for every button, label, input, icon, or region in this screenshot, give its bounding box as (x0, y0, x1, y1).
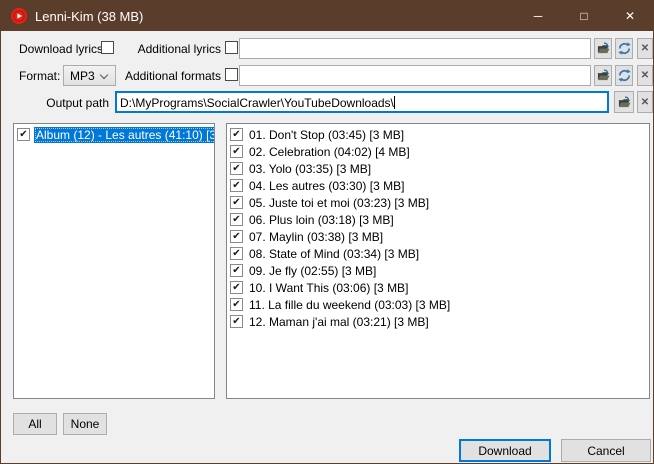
browse-folder-icon (597, 69, 610, 82)
track-label: 11. La fille du weekend (03:03) [3 MB] (249, 298, 450, 312)
titlebar: Lenni-Kim (38 MB) ─ □ ✕ (1, 1, 653, 31)
track-checkbox[interactable] (230, 128, 243, 141)
cancel-button[interactable]: Cancel (561, 439, 651, 462)
track-list-item[interactable]: 09. Je fly (02:55) [3 MB] (227, 262, 649, 279)
track-list-item[interactable]: 05. Juste toi et moi (03:23) [3 MB] (227, 194, 649, 211)
track-label: 12. Maman j'ai mal (03:21) [3 MB] (249, 315, 429, 329)
additional-formats-checkbox[interactable] (225, 68, 238, 81)
additional-lyrics-checkbox[interactable] (225, 41, 238, 54)
track-checkbox[interactable] (230, 230, 243, 243)
album-list-item[interactable]: Album (12) - Les autres (41:10) [38 MB] (14, 126, 214, 143)
clear-button-lyrics[interactable]: ✕ (637, 38, 653, 59)
track-label: 10. I Want This (03:06) [3 MB] (249, 281, 408, 295)
clear-icon: ✕ (641, 97, 649, 108)
browse-folder-button-formats[interactable] (594, 65, 612, 86)
additional-formats-label: Additional formats (91, 69, 221, 83)
track-label: 03. Yolo (03:35) [3 MB] (249, 162, 371, 176)
download-button[interactable]: Download (459, 439, 551, 462)
track-list-item[interactable]: 02. Celebration (04:02) [4 MB] (227, 143, 649, 160)
app-window: Lenni-Kim (38 MB) ─ □ ✕ Download lyrics … (0, 0, 654, 464)
clear-icon: ✕ (641, 70, 649, 81)
track-checkbox[interactable] (230, 179, 243, 192)
refresh-button-formats[interactable] (615, 65, 633, 86)
track-label: 05. Juste toi et moi (03:23) [3 MB] (249, 196, 429, 210)
clear-icon: ✕ (641, 43, 649, 54)
clear-button-formats[interactable]: ✕ (637, 65, 653, 86)
additional-lyrics-input[interactable] (239, 38, 591, 59)
output-path-input[interactable]: D:\MyPrograms\SocialCrawler\YouTubeDownl… (115, 91, 609, 113)
track-checkbox[interactable] (230, 145, 243, 158)
track-checkbox[interactable] (230, 213, 243, 226)
track-checkbox[interactable] (230, 247, 243, 260)
refresh-button-lyrics[interactable] (615, 38, 633, 59)
track-label: 06. Plus loin (03:18) [3 MB] (249, 213, 394, 227)
browse-folder-button-lyrics[interactable] (594, 38, 612, 59)
track-list-item[interactable]: 03. Yolo (03:35) [3 MB] (227, 160, 649, 177)
browse-folder-button-output[interactable] (614, 91, 634, 113)
clear-button-output[interactable]: ✕ (637, 91, 653, 113)
album-list[interactable]: Album (12) - Les autres (41:10) [38 MB] (13, 123, 215, 399)
additional-lyrics-label: Additional lyrics (91, 42, 221, 56)
track-checkbox[interactable] (230, 315, 243, 328)
track-list-item[interactable]: 12. Maman j'ai mal (03:21) [3 MB] (227, 313, 649, 330)
play-circle-icon (11, 8, 27, 24)
track-label: 07. Maylin (03:38) [3 MB] (249, 230, 383, 244)
track-checkbox[interactable] (230, 281, 243, 294)
track-checkbox[interactable] (230, 162, 243, 175)
track-list-item[interactable]: 07. Maylin (03:38) [3 MB] (227, 228, 649, 245)
track-list-item[interactable]: 04. Les autres (03:30) [3 MB] (227, 177, 649, 194)
refresh-icon (618, 42, 631, 55)
track-label: 01. Don't Stop (03:45) [3 MB] (249, 128, 404, 142)
track-list[interactable]: 01. Don't Stop (03:45) [3 MB] 02. Celebr… (226, 123, 650, 399)
close-icon[interactable]: ✕ (607, 1, 653, 31)
track-list-item[interactable]: 01. Don't Stop (03:45) [3 MB] (227, 126, 649, 143)
track-label: 09. Je fly (02:55) [3 MB] (249, 264, 376, 278)
track-list-item[interactable]: 06. Plus loin (03:18) [3 MB] (227, 211, 649, 228)
browse-folder-icon (618, 96, 631, 109)
track-label: 02. Celebration (04:02) [4 MB] (249, 145, 410, 159)
track-list-item[interactable]: 10. I Want This (03:06) [3 MB] (227, 279, 649, 296)
track-label: 04. Les autres (03:30) [3 MB] (249, 179, 404, 193)
track-list-item[interactable]: 11. La fille du weekend (03:03) [3 MB] (227, 296, 649, 313)
output-path-value: D:\MyPrograms\SocialCrawler\YouTubeDownl… (120, 94, 394, 112)
output-path-label: Output path (31, 96, 109, 110)
refresh-icon (618, 69, 631, 82)
additional-formats-input[interactable] (239, 65, 591, 86)
text-caret (394, 96, 395, 109)
album-checkbox[interactable] (17, 128, 30, 141)
track-checkbox[interactable] (230, 298, 243, 311)
window-title: Lenni-Kim (38 MB) (35, 9, 143, 24)
format-label: Format: (19, 69, 60, 83)
none-button[interactable]: None (63, 413, 107, 435)
album-label: Album (12) - Les autres (41:10) [38 MB] (34, 127, 215, 143)
browse-folder-icon (597, 42, 610, 55)
maximize-icon[interactable]: □ (561, 1, 607, 31)
minimize-icon[interactable]: ─ (515, 1, 561, 31)
track-checkbox[interactable] (230, 264, 243, 277)
track-list-item[interactable]: 08. State of Mind (03:34) [3 MB] (227, 245, 649, 262)
track-checkbox[interactable] (230, 196, 243, 209)
all-button[interactable]: All (13, 413, 57, 435)
track-label: 08. State of Mind (03:34) [3 MB] (249, 247, 419, 261)
